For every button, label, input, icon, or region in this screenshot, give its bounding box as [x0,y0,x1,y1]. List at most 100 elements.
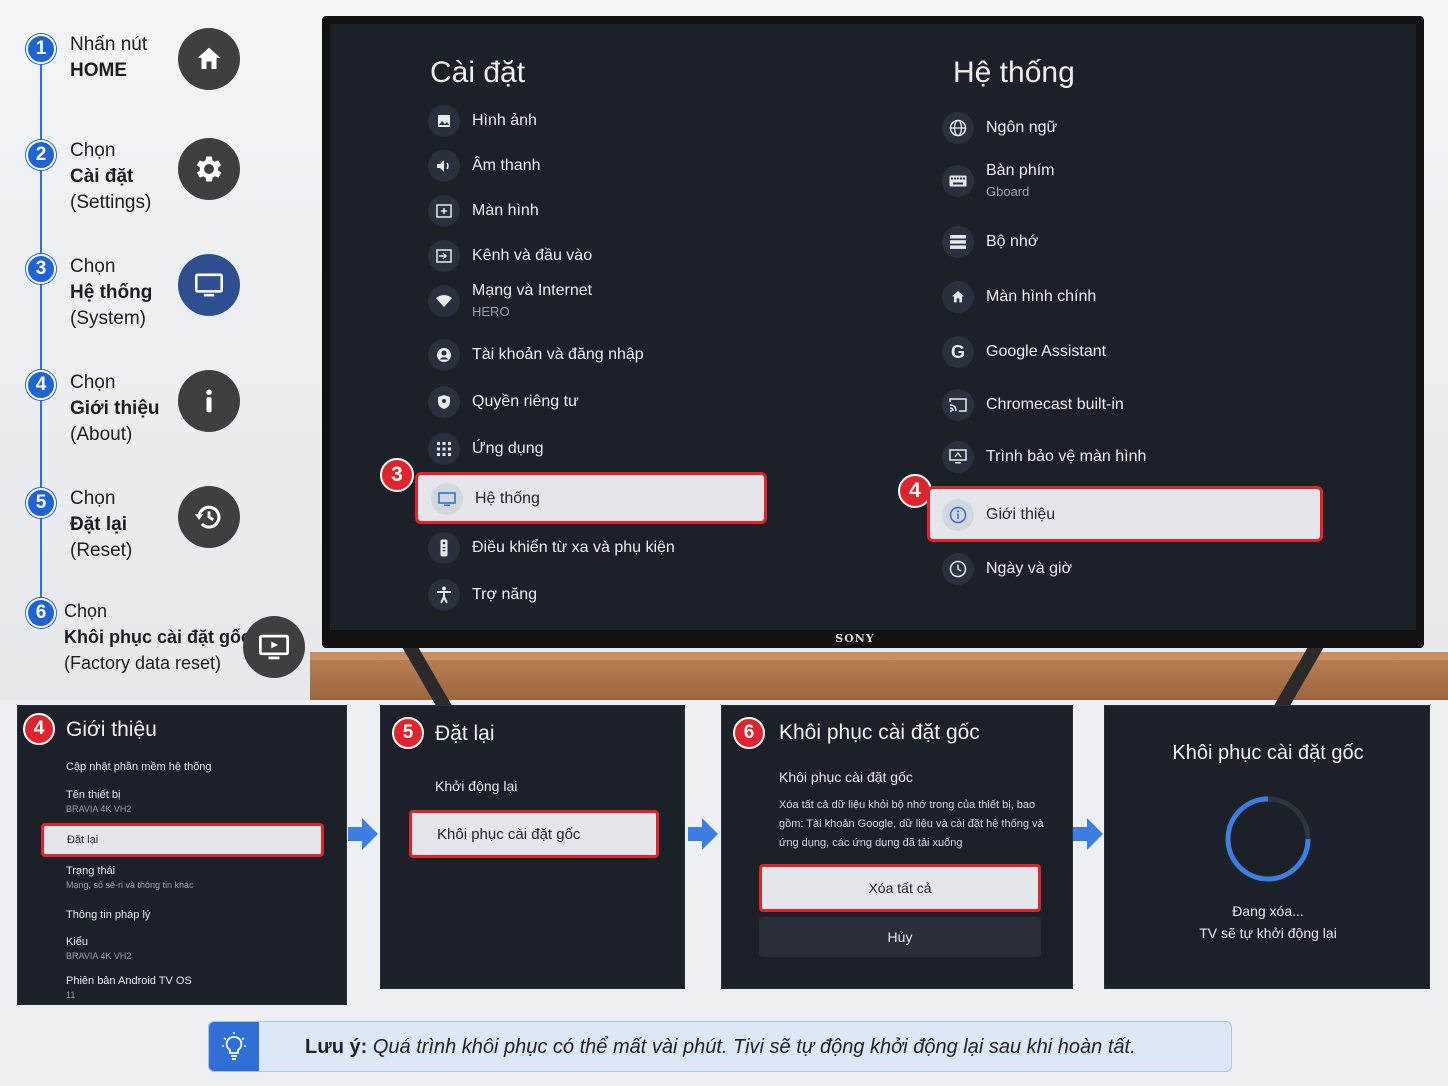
menu-item-language[interactable]: Ngôn ngữ [942,112,1057,144]
menu-label: Điều khiển từ xa và phụ kiện [472,539,675,556]
menu-label: Trợ năng [472,586,538,603]
progress-status: Đang xóa... [1232,903,1304,919]
cancel-button[interactable]: Hủy [759,917,1041,957]
wifi-icon [428,284,460,317]
step-line3: (About) [70,424,133,445]
progress-note: TV sẽ tự khởi động lại [1199,925,1337,941]
step-line1: Chọn [70,140,116,161]
about-item-os-version[interactable]: Phiên bản Android TV OS 11 [66,975,192,1000]
menu-label: Ứng dụng [472,440,544,457]
menu-item-input[interactable]: Kênh và đầu vào [428,240,592,272]
menu-item-system-selected[interactable]: Hệ thống [415,472,767,524]
menu-label: Ngôn ngữ [986,119,1058,136]
menu-label: Bàn phím [986,162,1055,179]
about-item-model[interactable]: Kiểu BRAVIA 4K VH2 [66,936,131,961]
panel-reset: 5 Đặt lại Khởi động lại Khôi phục cài đặ… [380,705,685,989]
menu-label: Google Assistant [986,343,1107,360]
note-text: Lưu ý: Quá trình khôi phục có thể mất và… [305,1036,1136,1058]
menu-item-date-time[interactable]: Ngày và giờ [942,553,1072,585]
about-item-status[interactable]: Trạng thái Mạng, số sê-ri và thông tin kh… [66,865,194,890]
step-line1: Chọn [70,372,116,393]
input-icon [428,240,460,272]
storage-icon [942,226,974,258]
menu-label: Chromecast built-in [986,396,1124,413]
menu-item-home-screen[interactable]: Màn hình chính [942,281,1096,313]
step-guide: 1 Nhấn nút HOME 2 Chọn Cài đặt (Settings… [0,0,310,700]
account-icon [428,339,460,371]
google-icon: G [942,336,974,368]
menu-item-picture[interactable]: Hình ảnh [428,105,537,137]
panel-factory-reset: 6 Khôi phục cài đặt gốc Khôi phục cài đặ… [721,705,1073,989]
step-number: 2 [26,140,56,170]
menu-label: Giới thiệu [986,506,1056,523]
menu-item-account[interactable]: Tài khoản và đăng nhập [428,339,644,371]
panel-title: Đặt lại [435,722,495,745]
menu-item-accessibility[interactable]: Trợ năng [428,579,537,611]
menu-sublabel: HERO [472,304,510,319]
info-icon [178,370,240,432]
apps-icon [428,433,460,465]
settings-title: Cài đặt [430,56,526,89]
menu-label: Âm thanh [472,157,541,174]
factory-subtitle: Khôi phục cài đặt gốc [779,769,913,785]
keyboard-icon [942,164,974,197]
reset-icon [178,486,240,548]
home-icon [178,28,240,90]
cast-icon [942,389,974,421]
panel-title: Khôi phục cài đặt gốc [779,721,980,744]
menu-item-keyboard[interactable]: Bàn phím Gboard [942,162,1054,199]
step-badge-4: 4 [23,713,55,745]
menu-label: Tài khoản và đăng nhập [472,346,644,363]
monitor-icon [431,483,463,515]
arrow-right-icon [348,818,378,850]
step-line2: Đặt lại [70,514,128,535]
globe-icon [942,112,974,144]
tv-screen: Cài đặt Hình ảnh Âm thanh Màn hình Kênh … [330,24,1416,630]
menu-item-chromecast[interactable]: Chromecast built-in [942,389,1124,421]
step-line3: (System) [70,308,146,329]
menu-item-screensaver[interactable]: Trình bảo vệ màn hình [942,441,1146,473]
menu-sublabel: Gboard [986,184,1030,199]
factory-reset-button[interactable]: Khôi phục cài đặt gốc [409,810,659,858]
step-badge-5: 5 [392,717,424,749]
menu-item-privacy[interactable]: Quyền riêng tư [428,386,579,418]
gear-icon [178,138,240,200]
factory-reset-icon [243,616,305,678]
step-badge-6: 6 [733,717,765,749]
lightbulb-icon [209,1022,259,1071]
menu-item-apps[interactable]: Ứng dụng [428,433,544,465]
menu-label: Màn hình chính [986,288,1097,305]
step-line2: Hệ thống [70,282,153,303]
remote-icon [428,532,460,564]
about-item-update[interactable]: Cập nhật phần mềm hệ thống [66,761,212,773]
step-line1: Nhấn nút [70,34,148,55]
about-item-legal[interactable]: Thông tin pháp lý [66,909,150,921]
menu-label: Màn hình [472,202,539,219]
arrow-right-icon [1073,818,1103,850]
menu-item-sound[interactable]: Âm thanh [428,150,540,182]
about-item-device-name[interactable]: Tên thiết bị BRAVIA 4K VH2 [66,789,131,814]
step-line1: Chọn [64,601,108,621]
menu-item-google-assistant[interactable]: G Google Assistant [942,336,1106,368]
reset-item-restart[interactable]: Khởi động lại [435,778,517,794]
picture-icon [428,105,460,137]
menu-item-storage[interactable]: Bộ nhớ [942,226,1038,258]
menu-label: Hình ảnh [472,112,537,129]
menu-item-remote[interactable]: Điều khiển từ xa và phụ kiện [428,532,675,564]
home-icon [942,281,974,313]
erase-all-button[interactable]: Xóa tất cả [759,864,1041,912]
menu-label: Kênh và đầu vào [472,247,593,264]
step-connector-line [40,52,42,612]
menu-item-about-selected[interactable]: Giới thiệu [927,486,1323,542]
about-item-reset-selected[interactable]: Đặt lại [41,823,324,857]
step-line3: (Reset) [70,540,133,561]
step-number: 4 [26,370,56,400]
step-number: 5 [26,488,56,518]
menu-label: Quyền riêng tư [472,393,579,410]
menu-item-network[interactable]: Mạng và Internet HERO [428,282,592,319]
step-number: 6 [26,598,56,628]
menu-item-screen[interactable]: Màn hình [428,195,539,227]
tv-brand-logo: SONY [835,632,875,645]
monitor-icon [178,254,240,316]
step-badge-3: 3 [380,458,414,492]
